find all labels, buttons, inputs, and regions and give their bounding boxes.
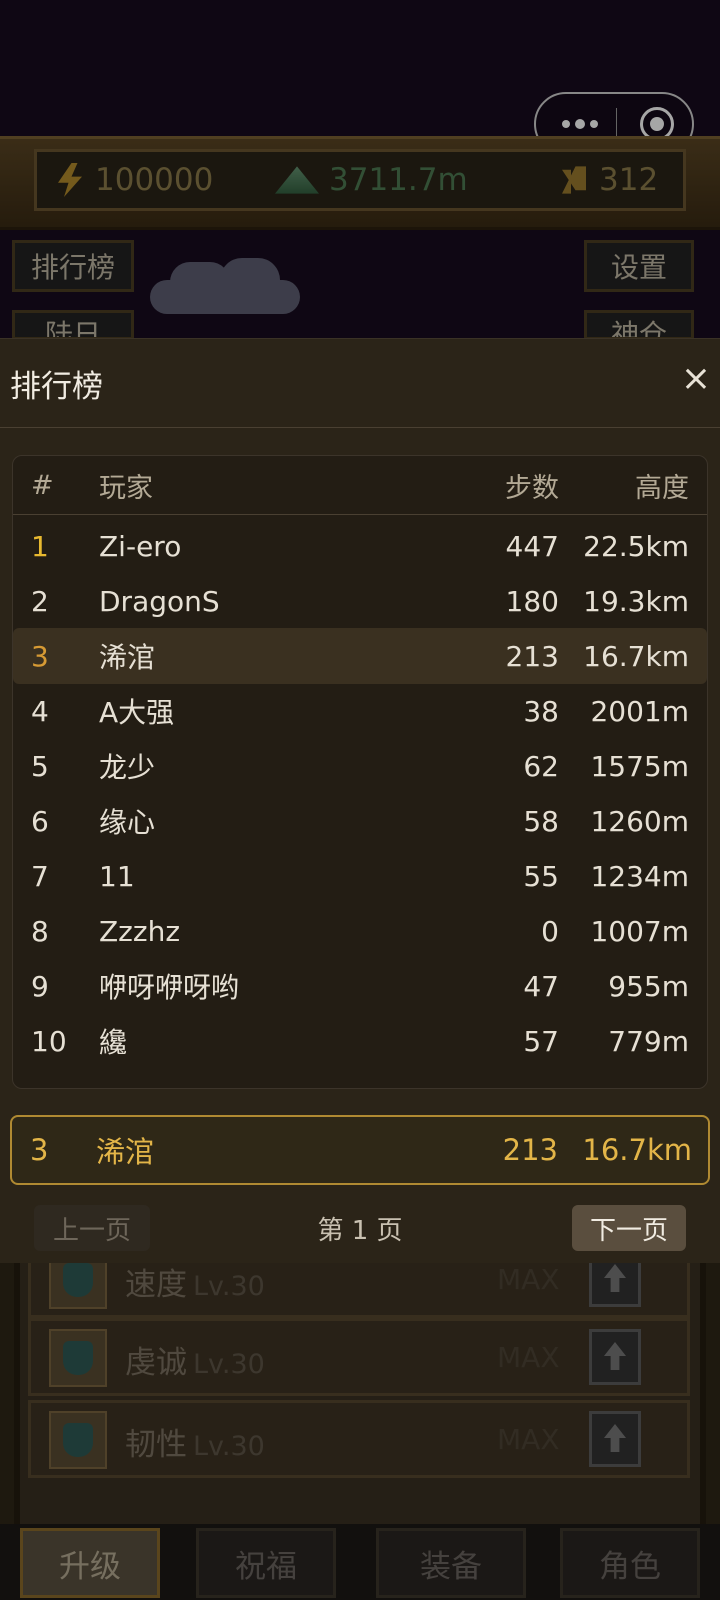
row-steps: 38 xyxy=(523,694,559,728)
row-player: Zi-ero xyxy=(99,529,182,563)
my-player: 浠涫 xyxy=(96,1135,155,1169)
table-row: 8 Zzzhz 0 1007m xyxy=(13,903,707,959)
row-steps: 180 xyxy=(505,584,559,618)
row-steps: 58 xyxy=(523,804,559,838)
row-player: 11 xyxy=(99,859,135,893)
table-row: 2 DragonS 180 19.3km xyxy=(13,573,707,629)
row-height: 1234m xyxy=(590,859,689,893)
my-steps: 213 xyxy=(502,1133,558,1167)
table-row-current-player: 3 浠涫 213 16.7km xyxy=(13,628,707,684)
my-height: 16.7km xyxy=(582,1133,692,1167)
row-height: 22.5km xyxy=(583,529,689,563)
row-rank: 9 xyxy=(31,969,49,1003)
row-rank: 7 xyxy=(31,859,49,893)
row-height: 2001m xyxy=(590,694,689,728)
row-height: 955m xyxy=(608,969,689,1003)
row-player: 咿呀咿呀哟 xyxy=(99,971,240,1004)
row-rank: 6 xyxy=(31,804,49,838)
header-height: 高度 xyxy=(635,472,689,504)
row-player: 纔 xyxy=(99,1026,128,1059)
close-icon[interactable]: × xyxy=(676,359,716,399)
row-player: DragonS xyxy=(99,584,220,618)
table-row: 7 11 55 1234m xyxy=(13,848,707,904)
row-player: 龙少 xyxy=(99,751,156,784)
header-rank: # xyxy=(31,469,54,501)
row-rank: 4 xyxy=(31,694,49,728)
row-player: 缘心 xyxy=(99,806,156,839)
my-rank: 3 xyxy=(30,1133,49,1167)
row-player: 浠涫 xyxy=(99,641,156,674)
row-rank: 8 xyxy=(31,914,49,948)
table-header: # 玩家 步数 高度 xyxy=(13,456,707,515)
row-steps: 62 xyxy=(523,749,559,783)
table-row: 5 龙少 62 1575m xyxy=(13,738,707,794)
row-height: 1575m xyxy=(590,749,689,783)
row-steps: 447 xyxy=(505,529,559,563)
row-steps: 55 xyxy=(523,859,559,893)
row-steps: 0 xyxy=(541,914,559,948)
prev-page-button[interactable]: 上一页 xyxy=(34,1205,150,1251)
table-row: 9 咿呀咿呀哟 47 955m xyxy=(13,958,707,1014)
page-indicator: 第 1 页 xyxy=(317,1215,403,1246)
row-rank: 3 xyxy=(31,639,49,673)
next-page-button[interactable]: 下一页 xyxy=(572,1205,686,1251)
row-steps: 213 xyxy=(505,639,559,673)
row-height: 779m xyxy=(608,1024,689,1058)
row-rank: 5 xyxy=(31,749,49,783)
header-steps: 步数 xyxy=(505,472,559,504)
row-player: Zzzhz xyxy=(99,914,181,948)
title-divider xyxy=(0,427,720,428)
row-height: 19.3km xyxy=(583,584,689,618)
table-row: 1 Zi-ero 447 22.5km xyxy=(13,518,707,574)
row-rank: 10 xyxy=(31,1024,67,1058)
leaderboard-panel: 排行榜 × # 玩家 步数 高度 1 Zi-ero 447 22.5km 2 D… xyxy=(0,338,720,1263)
row-steps: 57 xyxy=(523,1024,559,1058)
panel-title: 排行榜 xyxy=(10,369,103,405)
header-player: 玩家 xyxy=(99,472,153,504)
row-rank: 2 xyxy=(31,584,49,618)
row-player: A大强 xyxy=(99,696,175,729)
row-height: 1007m xyxy=(590,914,689,948)
row-height: 16.7km xyxy=(583,639,689,673)
table-row: 6 缘心 58 1260m xyxy=(13,793,707,849)
row-height: 1260m xyxy=(590,804,689,838)
table-row: 4 A大强 38 2001m xyxy=(13,683,707,739)
leaderboard-table: # 玩家 步数 高度 1 Zi-ero 447 22.5km 2 DragonS… xyxy=(12,455,708,1089)
row-rank: 1 xyxy=(31,529,49,563)
table-row: 10 纔 57 779m xyxy=(13,1013,707,1069)
my-rank-bar: 3 浠涫 213 16.7km xyxy=(10,1115,710,1185)
row-steps: 47 xyxy=(523,969,559,1003)
